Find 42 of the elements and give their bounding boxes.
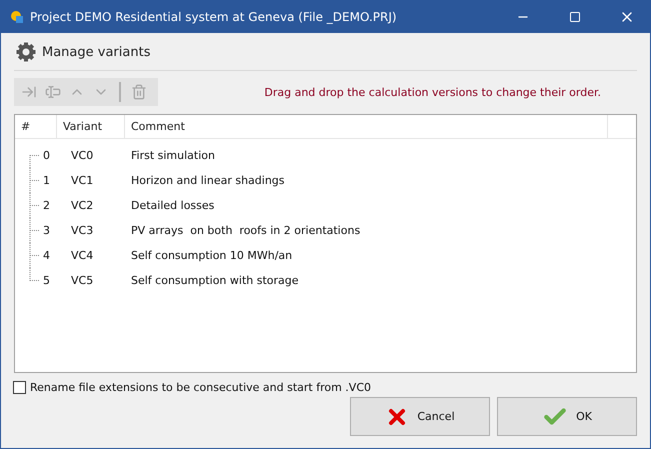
row-number: 1 xyxy=(43,174,50,187)
column-header[interactable]: Variant xyxy=(57,115,125,138)
tree-line xyxy=(29,218,41,243)
comment-cell-text: PV arrays on both roofs in 2 orientations xyxy=(130,224,362,237)
variant-cell-text: VC4 xyxy=(70,249,94,262)
checkbox-label: Rename file extensions to be consecutive and start from .VC0 xyxy=(30,381,372,394)
app-icon xyxy=(10,10,24,24)
variant-row[interactable]: 2 VC2 Detailed losses xyxy=(15,193,636,218)
rename-icon xyxy=(45,84,61,100)
row-number: 4 xyxy=(43,249,50,262)
row-number: 3 xyxy=(43,224,50,237)
import-icon xyxy=(21,84,37,100)
variant-row[interactable]: 1 VC1 Horizon and linear shadings xyxy=(15,168,636,193)
variant-cell-text: VC0 xyxy=(70,149,94,162)
variant-row[interactable]: 5 VC5 Self consumption with storage xyxy=(15,268,636,293)
delete-icon xyxy=(131,84,147,100)
gear-icon xyxy=(16,42,36,62)
hint-text: Drag and drop the calculation versions to change their order. xyxy=(264,86,601,98)
window-title: Project DEMO Residential system at Geneva (File _DEMO.PRJ) xyxy=(30,10,398,24)
comment-cell-text: Detailed losses xyxy=(130,199,216,212)
cancel-button[interactable]: Cancel xyxy=(350,397,490,436)
row-number: 2 xyxy=(43,199,50,212)
comment-cell-text: Self consumption 10 MWh/an xyxy=(130,249,294,262)
ok-button[interactable]: OK xyxy=(497,397,637,436)
checkbox[interactable] xyxy=(13,381,26,394)
column-header[interactable]: # xyxy=(15,115,57,138)
variant-cell-text: VC5 xyxy=(70,274,94,287)
tree-line xyxy=(29,193,41,218)
row-number: 0 xyxy=(43,149,50,162)
column-header[interactable]: Comment xyxy=(125,115,608,138)
variant-row[interactable]: 3 VC3 PV arrays on both roofs in 2 orientations xyxy=(15,218,636,243)
comment-cell-text: Self consumption with storage xyxy=(130,274,300,287)
row-number: 5 xyxy=(43,274,50,287)
maximize-icon xyxy=(569,11,581,23)
variant-row[interactable]: 0 VC0 First simulation xyxy=(15,143,636,168)
variant-cell-text: VC1 xyxy=(70,174,94,187)
comment-cell-text: Horizon and linear shadings xyxy=(130,174,286,187)
variant-cell-text: VC3 xyxy=(70,224,94,237)
dialog-heading: Manage variants xyxy=(42,44,150,60)
variant-cell-text: VC2 xyxy=(70,199,94,212)
comment-cell-text: First simulation xyxy=(130,149,216,162)
variant-row[interactable]: 4 VC4 Self consumption 10 MWh/an xyxy=(15,243,636,268)
